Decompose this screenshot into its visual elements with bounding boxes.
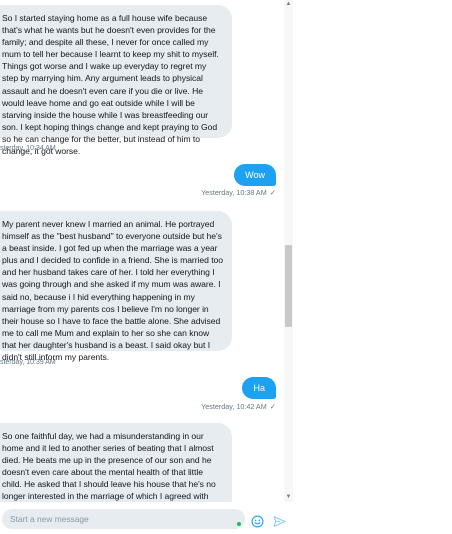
emoji-icon[interactable]	[251, 515, 264, 528]
message-composer	[0, 502, 452, 534]
message-incoming: So I started staying home as a full hous…	[0, 5, 232, 156]
message-incoming: So one faithful day, we had a misunderst…	[0, 423, 232, 502]
timestamp-text: Yesterday, 10:38 AM	[201, 188, 267, 197]
composer-field[interactable]	[2, 509, 245, 529]
message-text: Wow	[245, 170, 265, 180]
new-message-input[interactable]	[10, 509, 230, 529]
conversation-panel: So I started staying home as a full hous…	[0, 0, 284, 502]
message-text: So I started staying home as a full hous…	[2, 13, 219, 157]
message-incoming: My parent never knew I married an animal…	[0, 211, 232, 362]
message-text: So one faithful day, we had a misunderst…	[2, 431, 216, 502]
scrollbar[interactable]: ▲ ▼	[284, 0, 293, 502]
scroll-up-arrow-icon[interactable]: ▲	[284, 0, 293, 9]
timestamp-text: Yesterday, 10:42 AM	[201, 402, 267, 411]
message-timestamp: sterday, 10:39 AM	[0, 357, 56, 366]
message-timestamp: Yesterday, 10:42 AM ✓	[201, 402, 276, 411]
message-text: Ha	[253, 383, 265, 393]
read-check-icon: ✓	[269, 402, 276, 411]
message-text: My parent never knew I married an animal…	[2, 219, 224, 363]
message-timestamp: Yesterday, 10:38 AM ✓	[201, 188, 276, 197]
read-check-icon: ✓	[269, 188, 276, 197]
status-dot-icon	[237, 522, 241, 526]
send-icon[interactable]	[273, 515, 286, 528]
scrollbar-thumb[interactable]	[285, 245, 292, 327]
message-outgoing: Wow	[234, 164, 276, 186]
scroll-down-arrow-icon[interactable]: ▼	[284, 493, 293, 502]
message-outgoing: Ha	[242, 377, 276, 399]
message-timestamp: sterday, 10:34 AM	[0, 143, 56, 152]
